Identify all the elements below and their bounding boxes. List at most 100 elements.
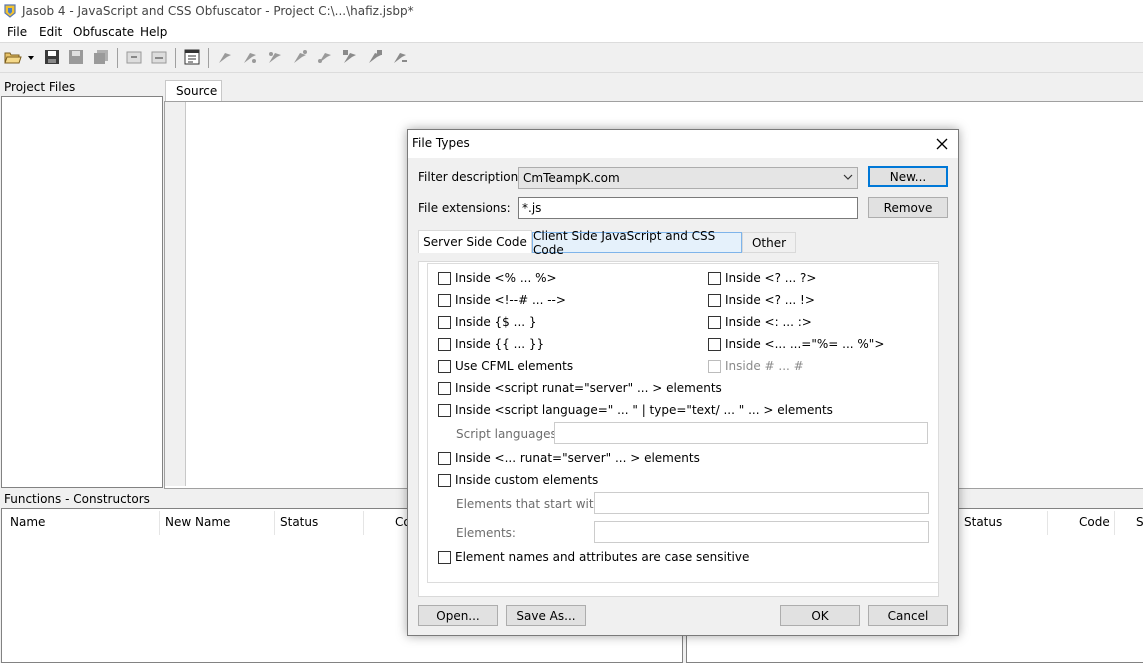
column-separator[interactable]: [159, 511, 160, 535]
properties-icon[interactable]: [182, 48, 202, 66]
column-header-new-name[interactable]: New Name: [165, 515, 230, 529]
option-cfml[interactable]: Use CFML elements: [438, 359, 573, 373]
option-dollar-braces[interactable]: Inside {$ ... }: [438, 315, 537, 329]
elements-start-label: Elements that start with:: [456, 497, 606, 511]
tab-source[interactable]: Source: [165, 80, 222, 102]
option-label: Inside <? ... !>: [725, 293, 815, 307]
tab-client-side-code[interactable]: Client Side JavaScript and CSS Code: [532, 229, 742, 257]
save-icon[interactable]: [42, 48, 62, 66]
checkbox: [708, 359, 721, 373]
checkbox[interactable]: [708, 293, 721, 307]
option-script-runat[interactable]: Inside <script runat="server" ... > elem…: [438, 381, 722, 395]
menu-bar: File Edit Obfuscate Help: [0, 23, 1143, 42]
file-extensions-input[interactable]: *.js: [518, 197, 858, 219]
export-icon: [149, 48, 169, 66]
tab-other[interactable]: Other: [742, 232, 796, 253]
project-files-label: Project Files: [4, 80, 76, 94]
option-case-sensitive[interactable]: Element names and attributes are case se…: [438, 550, 749, 564]
checkbox[interactable]: [438, 381, 451, 395]
close-icon[interactable]: [928, 132, 956, 156]
save-as-button[interactable]: Save As...: [506, 605, 586, 626]
checkbox[interactable]: [438, 473, 451, 487]
dialog-title: File Types: [412, 136, 470, 150]
file-extensions-label: File extensions:: [418, 201, 511, 215]
dialog-title-bar: File Types: [408, 130, 958, 158]
column-header-status[interactable]: Status: [280, 515, 318, 529]
script-languages-input: [554, 422, 928, 444]
column-separator[interactable]: [363, 511, 364, 535]
option-ssi-tags[interactable]: Inside <!--# ... -->: [438, 293, 566, 307]
menu-help[interactable]: Help: [140, 25, 167, 39]
source-gutter: [165, 102, 186, 486]
option-label: Inside <% ... %>: [455, 271, 557, 285]
column-header-status[interactable]: Status: [964, 515, 1002, 529]
checkbox[interactable]: [708, 271, 721, 285]
remove-button[interactable]: Remove: [868, 197, 948, 218]
checkbox[interactable]: [438, 550, 451, 564]
checkbox[interactable]: [438, 451, 451, 465]
ok-button[interactable]: OK: [780, 605, 860, 626]
column-separator[interactable]: [1114, 511, 1115, 535]
option-asp-tags[interactable]: Inside <% ... %>: [438, 271, 557, 285]
checkbox[interactable]: [438, 315, 451, 329]
column-separator[interactable]: [1047, 511, 1048, 535]
chevron-down-icon[interactable]: [843, 170, 853, 187]
obfuscate-icon: [315, 48, 335, 66]
option-runat-elements[interactable]: Inside <... runat="server" ... > element…: [438, 451, 700, 465]
option-label: Inside <script language=" ... " | type="…: [455, 403, 833, 417]
script-languages-label: Script languages:: [456, 427, 561, 441]
obfuscate-icon: [290, 48, 310, 66]
option-label: Inside custom elements: [455, 473, 599, 487]
option-php-excl-tags[interactable]: Inside <? ... !>: [708, 293, 815, 307]
column-separator[interactable]: [274, 511, 275, 535]
option-label: Inside <!--# ... -->: [455, 293, 566, 307]
tab-server-side-code[interactable]: Server Side Code: [418, 230, 532, 253]
toolbar-separator: [208, 48, 209, 68]
obfuscate-icon: [265, 48, 285, 66]
new-button[interactable]: New...: [868, 166, 948, 187]
option-script-language[interactable]: Inside <script language=" ... " | type="…: [438, 403, 833, 417]
window-title: Jasob 4 - JavaScript and CSS Obfuscator …: [22, 4, 414, 18]
column-header-code[interactable]: Code: [1079, 515, 1110, 529]
checkbox[interactable]: [708, 337, 721, 351]
checkbox[interactable]: [438, 337, 451, 351]
checkbox[interactable]: [438, 403, 451, 417]
elements-input: [594, 521, 929, 543]
toolbar: [0, 42, 1143, 73]
option-label: Inside <script runat="server" ... > elem…: [455, 381, 722, 395]
column-header-s[interactable]: S: [1136, 515, 1143, 529]
column-header-name[interactable]: Name: [10, 515, 45, 529]
open-folder-icon[interactable]: [3, 48, 37, 66]
open-button[interactable]: Open...: [418, 605, 498, 626]
cancel-button[interactable]: Cancel: [868, 605, 948, 626]
obfuscate-icon: [340, 48, 360, 66]
checkbox[interactable]: [438, 271, 451, 285]
obfuscate-icon: [390, 48, 410, 66]
option-label: Inside <? ... ?>: [725, 271, 817, 285]
option-label: Inside <... ...="%= ... %">: [725, 337, 885, 351]
checkbox[interactable]: [708, 315, 721, 329]
option-custom-elements[interactable]: Inside custom elements: [438, 473, 598, 487]
option-colon-tags[interactable]: Inside <: ... :>: [708, 315, 812, 329]
project-files-tree[interactable]: [1, 96, 163, 488]
save-all-icon: [91, 48, 111, 66]
menu-obfuscate[interactable]: Obfuscate: [73, 25, 134, 39]
tab-source-label: Source: [176, 84, 218, 98]
checkbox[interactable]: [438, 359, 451, 373]
option-label: Element names and attributes are case se…: [455, 550, 750, 564]
option-double-braces[interactable]: Inside {{ ... }}: [438, 337, 544, 351]
option-label: Use CFML elements: [455, 359, 574, 373]
filter-description-combobox[interactable]: CmTeampK.com: [518, 167, 858, 189]
file-types-dialog: File Types Filter description: CmTeampK.…: [407, 129, 959, 636]
menu-edit[interactable]: Edit: [39, 25, 62, 39]
obfuscate-icon: [365, 48, 385, 66]
option-label: Inside <... runat="server" ... > element…: [455, 451, 700, 465]
checkbox[interactable]: [438, 293, 451, 307]
option-label: Inside {{ ... }}: [455, 337, 545, 351]
obfuscate-icon: [240, 48, 260, 66]
option-hash-tags: Inside # ... #: [708, 359, 804, 373]
menu-file[interactable]: File: [7, 25, 27, 39]
option-attr-expr[interactable]: Inside <... ...="%= ... %">: [708, 337, 884, 351]
filter-description-value: CmTeampK.com: [523, 171, 620, 185]
option-php-tags[interactable]: Inside <? ... ?>: [708, 271, 816, 285]
